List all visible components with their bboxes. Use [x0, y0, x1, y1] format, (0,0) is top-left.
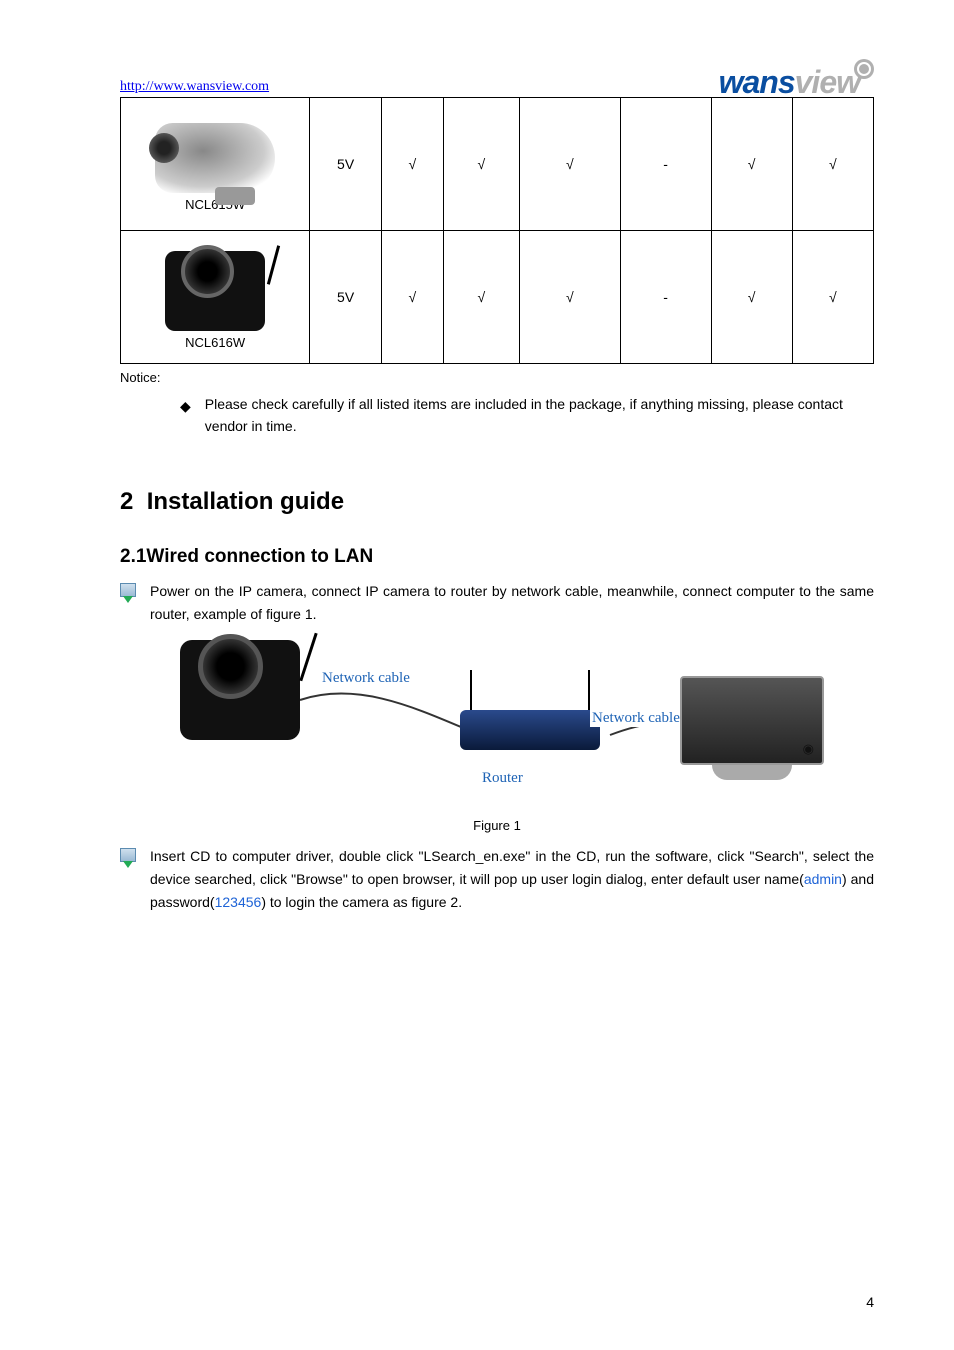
download-bullet-icon	[120, 848, 140, 864]
camera-thumbnail-icon	[165, 251, 265, 331]
spec-cell: √	[381, 98, 443, 231]
paragraph-1: Power on the IP camera, connect IP camer…	[150, 580, 874, 626]
spec-cell: √	[443, 98, 519, 231]
router-label: Router	[480, 770, 525, 787]
spec-cell: -	[620, 98, 711, 231]
spec-cell: 5V	[310, 231, 382, 364]
bullet-diamond-icon: ◆	[180, 395, 191, 417]
model-cell: NCL615W	[121, 98, 310, 231]
spec-cell: √	[519, 98, 620, 231]
spec-cell: √	[711, 98, 792, 231]
cable-label-1: Network cable	[320, 670, 412, 687]
cable-label-2: Network cable	[590, 710, 682, 727]
header-url-link[interactable]: http://www.wansview.com	[120, 79, 269, 97]
subsection-heading: 2.1Wired connection to LAN	[120, 546, 874, 568]
spec-cell: √	[443, 231, 519, 364]
download-bullet-icon	[120, 583, 140, 599]
section-heading: 2 Installation guide	[120, 488, 874, 516]
monitor-icon: ◉	[680, 676, 824, 765]
camera-thumbnail-icon	[155, 123, 275, 193]
spec-cell: √	[711, 231, 792, 364]
table-row: NCL616W5V√√√-√√	[121, 231, 874, 364]
paragraph-2: Insert CD to computer driver, double cli…	[150, 845, 874, 914]
brand-logo: wansview	[719, 64, 874, 101]
notice-text: Please check carefully if all listed ite…	[205, 393, 874, 438]
ipcamera-icon	[180, 640, 300, 740]
default-username: admin	[804, 871, 842, 887]
spec-cell: √	[519, 231, 620, 364]
default-password: 123456	[215, 894, 262, 910]
spec-cell: √	[792, 231, 873, 364]
spec-cell: √	[792, 98, 873, 231]
spec-cell: 5V	[310, 98, 382, 231]
model-label: NCL616W	[121, 335, 309, 350]
spec-cell: √	[381, 231, 443, 364]
table-row: NCL615W5V√√√-√√	[121, 98, 874, 231]
notice-label: Notice:	[120, 370, 874, 385]
spec-cell: -	[620, 231, 711, 364]
page-number: 4	[866, 1294, 874, 1310]
figure-caption: Figure 1	[120, 818, 874, 833]
router-icon	[460, 710, 600, 750]
product-table: NCL615W5V√√√-√√NCL616W5V√√√-√√	[120, 97, 874, 364]
figure-1-diagram: Network cable Router Network cable ◉	[180, 640, 874, 810]
model-cell: NCL616W	[121, 231, 310, 364]
